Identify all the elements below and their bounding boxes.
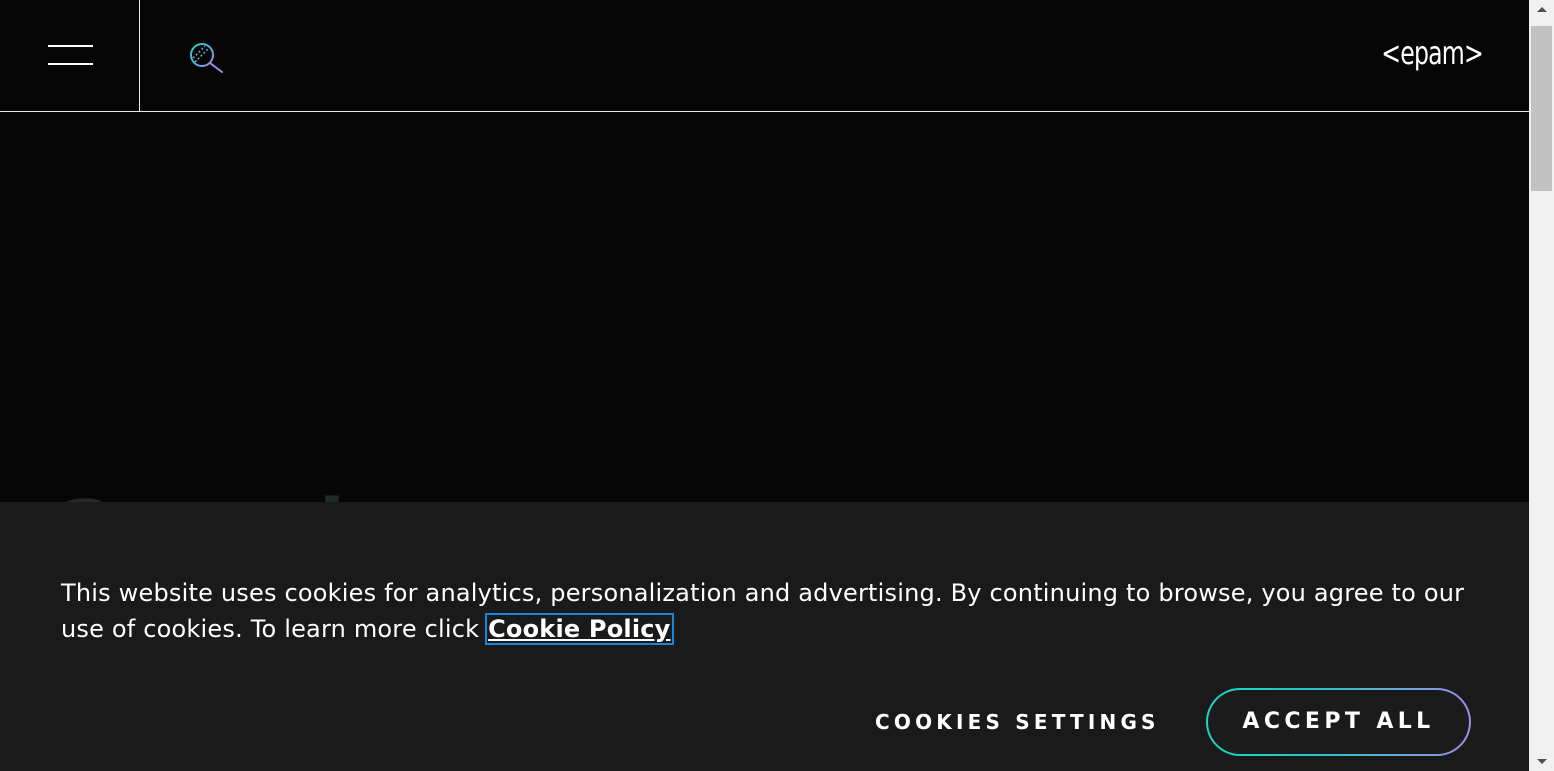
search-icon — [190, 43, 223, 73]
cookies-settings-button[interactable]: COOKIES SETTINGS — [875, 707, 1160, 737]
search-button[interactable] — [186, 40, 226, 76]
page: <epam> Search This website uses cookies … — [0, 0, 1554, 771]
cookie-policy-link[interactable]: Cookie Policy — [485, 613, 674, 645]
hamburger-icon — [48, 45, 93, 47]
epam-logo[interactable]: <epam> — [1381, 36, 1483, 70]
menu-button[interactable] — [0, 0, 140, 111]
cookie-message-text: This website uses cookies for analytics,… — [61, 579, 1465, 643]
accept-all-label: ACCEPT ALL — [1208, 690, 1469, 754]
scroll-up-arrow-icon[interactable] — [1537, 7, 1547, 12]
accept-all-button[interactable]: ACCEPT ALL — [1206, 688, 1471, 756]
scrollbar-thumb[interactable] — [1531, 26, 1552, 191]
site-header: <epam> — [0, 0, 1529, 112]
vertical-scrollbar[interactable] — [1529, 0, 1554, 771]
cookie-banner: This website uses cookies for analytics,… — [0, 502, 1529, 771]
cookie-message: This website uses cookies for analytics,… — [61, 575, 1481, 647]
hamburger-icon-line — [48, 63, 93, 65]
hero-area — [0, 112, 1529, 502]
scroll-down-arrow-icon[interactable] — [1537, 759, 1547, 764]
